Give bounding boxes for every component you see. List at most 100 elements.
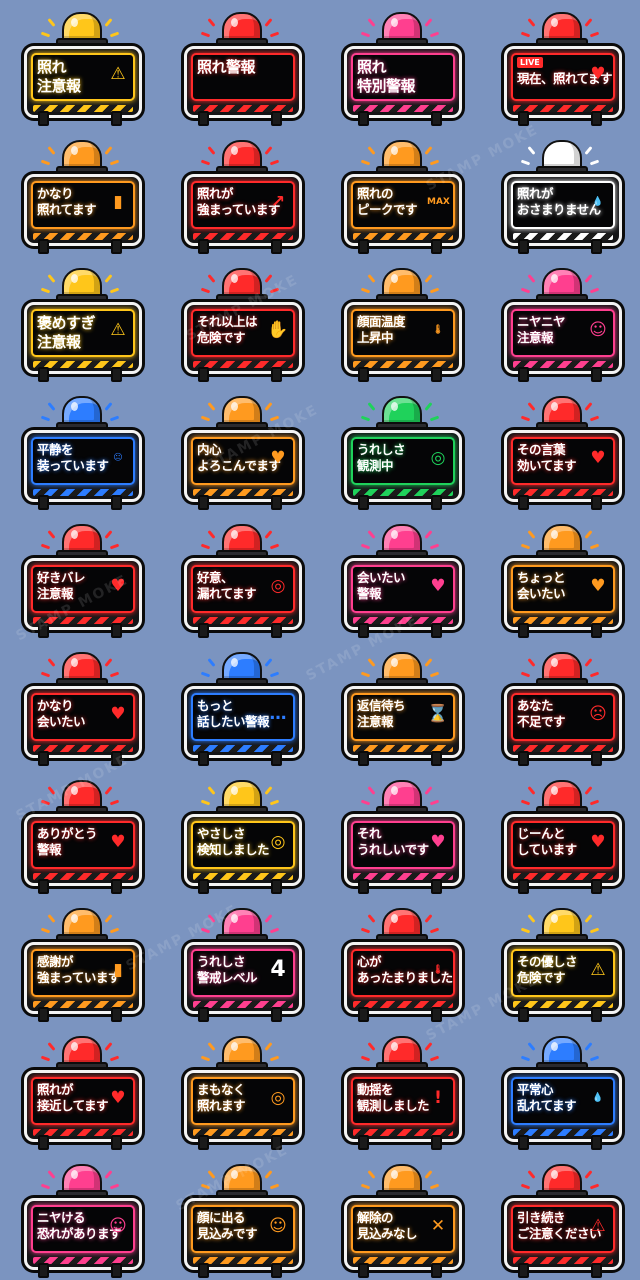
stand-leg [198, 495, 209, 510]
alert-sticker[interactable]: 照れ 注意報 ⚠ [16, 10, 144, 126]
light-ray [429, 1055, 440, 1062]
light-ray [520, 671, 531, 678]
alert-sticker[interactable]: 褒めすぎ 注意報 ⚠ [16, 266, 144, 382]
light-ray [360, 1055, 371, 1062]
alert-board: かなり 会いたい ♥ [24, 686, 142, 758]
light-ray [269, 543, 280, 550]
stand-leg [111, 879, 122, 894]
light-ray [207, 402, 216, 411]
alert-sticker[interactable]: 照れ警報 [176, 10, 304, 126]
light-ray [520, 1055, 531, 1062]
alert-label: 顔面温度 上昇中 [357, 314, 406, 345]
stand-leg [358, 1007, 369, 1022]
alert-sticker[interactable]: 照れが 強まっています ↗ [176, 138, 304, 254]
stand-leg [358, 239, 369, 254]
alert-sticker[interactable]: かなり 会いたい ♥ [16, 650, 144, 766]
decoration-icon: ◎ [270, 832, 286, 852]
light-ray [429, 799, 440, 806]
light-ray [527, 1042, 536, 1051]
light-ray [104, 146, 113, 155]
alert-sticker[interactable]: 引き続き ご注意ください ⚠ [496, 1162, 624, 1278]
light-ray [264, 18, 273, 27]
light-ray [429, 287, 440, 294]
light-ray [360, 31, 371, 38]
alert-label: ちょっと 会いたい [517, 570, 566, 601]
stand-leg [591, 751, 602, 766]
stand-leg [38, 367, 49, 382]
alert-label: 褒めすぎ 注意報 [37, 314, 96, 351]
alert-sticker[interactable]: 照れ 特別警報 [336, 10, 464, 126]
alert-board: 現在、照れてます LIVE ♥ [504, 46, 622, 118]
stand-leg [358, 1135, 369, 1150]
light-ray [104, 914, 113, 923]
alert-label: 返信待ち 注意報 [357, 698, 406, 729]
light-ray [424, 274, 433, 283]
alert-sticker[interactable]: 心が あったまりました 🌡 [336, 906, 464, 1022]
alert-label: 照れ警報 [197, 58, 256, 76]
light-ray [104, 274, 113, 283]
light-ray [264, 402, 273, 411]
alert-sticker[interactable]: その優しさ 危険です ⚠ [496, 906, 624, 1022]
alert-sticker[interactable]: 現在、照れてます LIVE ♥ [496, 10, 624, 126]
alert-sticker[interactable]: ありがとう 警報 ♥ [16, 778, 144, 894]
alert-sticker[interactable]: 解除の 見込みなし ✕ [336, 1162, 464, 1278]
stand-leg [518, 879, 529, 894]
alert-sticker[interactable]: 顔面温度 上昇中 🌡 [336, 266, 464, 382]
decoration-icon: ⚠ [110, 320, 126, 340]
alert-sticker[interactable]: 返信待ち 注意報 ⌛ [336, 650, 464, 766]
alert-sticker[interactable]: ちょっと 会いたい ♥ [496, 522, 624, 638]
alert-sticker[interactable]: 好意、 漏れてます ◎ [176, 522, 304, 638]
light-ray [104, 402, 113, 411]
alert-sticker[interactable]: その言葉 効いてます ♥ [496, 394, 624, 510]
alert-sticker[interactable]: 照れが 接近してます ♥ [16, 1034, 144, 1150]
light-ray [47, 402, 56, 411]
stand-leg [198, 623, 209, 638]
light-ray [589, 1055, 600, 1062]
alert-sticker[interactable]: 平常心 乱れてます 💧 [496, 1034, 624, 1150]
alert-sticker[interactable]: もっと 話したい警報… [176, 650, 304, 766]
alert-sticker[interactable]: 平静を 装っています 😐 [16, 394, 144, 510]
alert-board: その言葉 効いてます ♥ [504, 430, 622, 502]
stand-leg [591, 1135, 602, 1150]
alert-label: 好意、 漏れてます [197, 570, 257, 601]
alert-label: ニヤニヤ 注意報 [517, 314, 566, 345]
light-ray [109, 1055, 120, 1062]
light-ray [269, 1055, 280, 1062]
alert-sticker[interactable]: まもなく 照れます ◎ [176, 1034, 304, 1150]
alert-sticker[interactable]: かなり 照れてます ▮ [16, 138, 144, 254]
alert-sticker[interactable]: うれしさ 観測中 ◎ [336, 394, 464, 510]
alert-sticker[interactable]: 動揺を 観測しました! [336, 1034, 464, 1150]
alert-sticker[interactable]: あなた 不足です ☹ [496, 650, 624, 766]
light-ray [424, 786, 433, 795]
alert-label: 照れが おさまりません [517, 186, 601, 217]
light-ray [584, 1042, 593, 1051]
alert-sticker[interactable]: 照れの ピークです MAX [336, 138, 464, 254]
light-ray [584, 914, 593, 923]
alert-label: 照れが 強まっています [197, 186, 280, 217]
alert-sticker[interactable]: ニヤける 恐れがあります ☺ [16, 1162, 144, 1278]
light-ray [269, 159, 280, 166]
stand-leg [358, 1263, 369, 1278]
light-ray [104, 1042, 113, 1051]
light-ray [200, 671, 211, 678]
stand-leg [518, 1263, 529, 1278]
light-ray [367, 1042, 376, 1051]
alert-label: 動揺を 観測しました [357, 1082, 430, 1113]
stand-leg [518, 623, 529, 638]
alert-board: まもなく 照れます ◎ [184, 1070, 302, 1142]
decoration-icon: 4 [270, 957, 286, 982]
stand-leg [271, 367, 282, 382]
stand-leg [591, 1263, 602, 1278]
alert-label: かなり 照れてます [37, 186, 97, 217]
light-ray [109, 671, 120, 678]
alert-sticker[interactable]: 照れが おさまりません 💧 [496, 138, 624, 254]
alert-sticker[interactable]: それ うれしいです ♥ [336, 778, 464, 894]
decoration-icon: ◎ [430, 448, 446, 468]
alert-label: 現在、照れてます [517, 71, 613, 86]
decoration-icon: … [269, 704, 287, 724]
alert-sticker[interactable]: じーんと しています ♥ [496, 778, 624, 894]
alert-sticker[interactable]: ニヤニヤ 注意報 ☺ [496, 266, 624, 382]
stand-leg [358, 751, 369, 766]
alert-sticker[interactable]: やさしさ 検知しました ◎ [176, 778, 304, 894]
light-ray [360, 799, 371, 806]
